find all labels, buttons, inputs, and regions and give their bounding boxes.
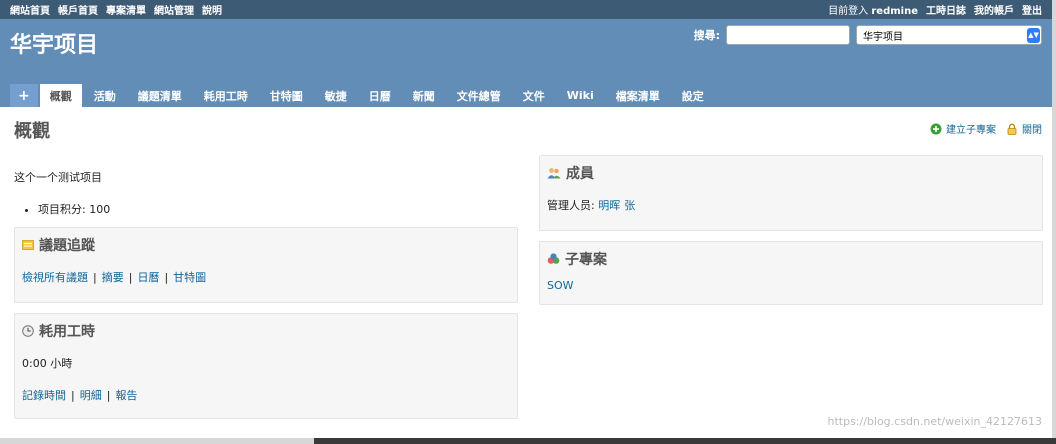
add-icon [930, 123, 942, 134]
close-project-label: 關閉 [1022, 125, 1042, 136]
tab-activity[interactable]: 活動 [84, 84, 126, 107]
top-menu-right: 目前登入 redmine 工時日誌 我的帳戶 登出 [828, 2, 1042, 17]
members-label: 成員 [566, 166, 594, 182]
add-subproject-link[interactable]: 建立子專案 [930, 121, 996, 136]
tab-news[interactable]: 新聞 [403, 84, 445, 107]
issues-gantt-link[interactable]: 甘特圖 [173, 271, 206, 284]
members-title: 成員 [547, 163, 1035, 183]
subprojects-title: 子專案 [547, 249, 1035, 269]
subprojects-icon [547, 253, 560, 264]
spent-time-links: 記錄時間 | 明細 | 報告 [22, 389, 138, 402]
lock-icon [1007, 123, 1017, 135]
select-arrows-icon: ▲▼ [1027, 27, 1040, 43]
tab-spent-time[interactable]: 耗用工時 [194, 84, 258, 107]
spent-hours: 0:00 小時 [22, 357, 73, 370]
top-menu-time-log[interactable]: 工時日誌 [926, 2, 966, 17]
tab-issues[interactable]: 議題清單 [128, 84, 192, 107]
top-menu-help[interactable]: 說明 [202, 2, 222, 17]
issue-tracking-label: 議題追蹤 [39, 238, 95, 254]
overview-right-column: 成員 管理人员: 明晖张 子專案 SOW [539, 155, 1043, 305]
subprojects-box: 子專案 SOW [539, 241, 1043, 305]
top-menu-administration[interactable]: 網站管理 [154, 2, 194, 17]
top-menu-my-account[interactable]: 我的帳戶 [974, 2, 1014, 17]
top-menu-projects[interactable]: 專案清單 [106, 2, 146, 17]
tab-documents[interactable]: 文件 [513, 84, 555, 107]
project-select-value: 华宇项目 [863, 31, 903, 43]
spent-time-box: 耗用工時 0:00 小時 記錄時間 | 明細 | 報告 [14, 313, 518, 419]
contextual-actions: 建立子專案 關閉 [930, 121, 1042, 136]
page-title: 概觀 [14, 121, 50, 142]
time-details-link[interactable]: 明細 [80, 389, 102, 402]
log-time-link[interactable]: 記錄時間 [22, 389, 66, 402]
subprojects-list: SOW [547, 279, 1035, 292]
quick-search: 搜尋: 华宇项目 ▲▼ [694, 25, 1042, 45]
tab-wiki[interactable]: Wiki [557, 84, 604, 107]
add-subproject-label: 建立子專案 [946, 125, 996, 136]
search-label: 搜尋: [693, 29, 720, 42]
overview-left-column: 这个一个测试项目 项目积分: 100 議題追蹤 檢視所有議題|摘要|日曆|甘特圖 [14, 169, 518, 419]
tab-overview[interactable]: 概觀 [39, 84, 82, 107]
time-report-link[interactable]: 報告 [115, 389, 137, 402]
logged-in-as: 目前登入 redmine [828, 2, 918, 17]
header: 华宇项目 搜尋: 华宇项目 ▲▼ + 概觀 活動 議題清單 耗用工時 甘特圖 敏… [0, 19, 1052, 107]
issue-tracking-title: 議題追蹤 [22, 235, 510, 255]
tab-calendar[interactable]: 日曆 [359, 84, 401, 107]
clock-icon [22, 325, 34, 337]
browser-window: 網站首頁 帳戶首頁 專案清單 網站管理 說明 目前登入 redmine 工時日誌… [0, 0, 1052, 438]
members-row: 管理人员: 明晖张 [547, 197, 1035, 213]
member-role: 管理人员: [547, 199, 595, 212]
desktop-background-strip [314, 438, 1056, 444]
top-menu-home[interactable]: 網站首頁 [10, 2, 50, 17]
login-user[interactable]: redmine [871, 6, 918, 17]
view-all-issues-link[interactable]: 檢視所有議題 [22, 271, 88, 284]
login-prefix: 目前登入 [828, 6, 869, 17]
watermark: https://blog.csdn.net/weixin_42127613 [827, 415, 1042, 428]
issue-tracking-box: 議題追蹤 檢視所有議題 | 摘要 | 日曆 | 甘特圖 [14, 227, 518, 303]
issues-summary-link[interactable]: 摘要 [102, 271, 124, 284]
issues-calendar-link[interactable]: 日曆 [137, 271, 159, 284]
subprojects-label: 子專案 [565, 252, 607, 268]
member-link[interactable]: 明晖 [598, 199, 620, 212]
close-project-link[interactable]: 關閉 [1006, 121, 1042, 136]
top-menu-logout[interactable]: 登出 [1022, 2, 1042, 17]
member-link[interactable]: 张 [624, 199, 635, 212]
custom-fields-list: 项目积分: 100 [14, 201, 518, 217]
tab-settings[interactable]: 設定 [672, 84, 714, 107]
issue-tracker-icon [22, 240, 34, 250]
tab-files[interactable]: 檔案清單 [606, 84, 670, 107]
project-description: 这个一个测试项目 [14, 171, 102, 184]
project-title: 华宇项目 [10, 33, 99, 58]
members-icon [547, 168, 561, 179]
custom-field-item: 项目积分: 100 [38, 201, 518, 217]
spent-time-label: 耗用工時 [39, 324, 95, 340]
project-jump-select[interactable]: 华宇项目 ▲▼ [856, 25, 1042, 45]
top-menu-left: 網站首頁 帳戶首頁 專案清單 網站管理 說明 [10, 2, 222, 17]
subproject-link[interactable]: SOW [547, 279, 574, 292]
tab-gantt[interactable]: 甘特圖 [260, 84, 313, 107]
content: 概觀 建立子專案 關閉 这个一个测试项目 项目积分: [4, 107, 1052, 438]
members-box: 成員 管理人员: 明晖张 [539, 155, 1043, 231]
tab-documents-manager[interactable]: 文件總管 [447, 84, 511, 107]
issue-tracking-links: 檢視所有議題 | 摘要 | 日曆 | 甘特圖 [22, 271, 207, 284]
search-input[interactable] [726, 25, 850, 45]
top-menu: 網站首頁 帳戶首頁 專案清單 網站管理 說明 目前登入 redmine 工時日誌… [0, 0, 1052, 19]
top-menu-my-page[interactable]: 帳戶首頁 [58, 2, 98, 17]
main-menu: + 概觀 活動 議題清單 耗用工時 甘特圖 敏捷 日曆 新聞 文件總管 文件 W… [10, 84, 714, 107]
tab-agile[interactable]: 敏捷 [315, 84, 357, 107]
spent-time-title: 耗用工時 [22, 321, 510, 341]
new-object-button[interactable]: + [10, 84, 38, 107]
